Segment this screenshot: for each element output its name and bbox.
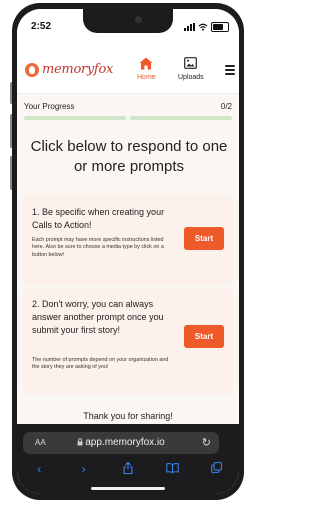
prompt-title: 2. Don't worry, you can always answer an…	[32, 299, 164, 335]
share-icon[interactable]	[119, 461, 137, 477]
prompt-card: 2. Don't worry, you can always answer an…	[23, 289, 233, 395]
prompt-title: 1. Be specific when creating your Calls …	[32, 207, 165, 230]
home-indicator[interactable]	[91, 487, 165, 490]
signal-icon	[184, 23, 195, 31]
thanks-message: Thank you for sharing!	[83, 411, 173, 421]
progress-bar	[24, 116, 232, 120]
notch	[83, 9, 173, 33]
nav-uploads[interactable]: Uploads	[178, 55, 204, 81]
browser-toolbar: ‹ ›	[17, 460, 239, 478]
url-display[interactable]: app.memoryfox.io	[23, 437, 219, 448]
phone-screen: 2:52 memoryfox Home Uploads Your Progres…	[17, 9, 239, 494]
battery-icon	[211, 22, 229, 32]
home-icon	[139, 55, 153, 71]
logo-text: memoryfox	[42, 62, 114, 77]
start-button[interactable]: Start	[184, 325, 224, 348]
url-text: app.memoryfox.io	[85, 437, 165, 448]
forward-icon[interactable]: ›	[75, 462, 93, 476]
prompt-description: Each prompt may have more specific instr…	[32, 237, 164, 258]
page-headline: Click below to respond to one or more pr…	[30, 138, 228, 175]
nav-home-label: Home	[137, 74, 156, 81]
status-icons	[184, 22, 229, 32]
nav-uploads-label: Uploads	[178, 74, 204, 81]
prompt-card: 1. Be specific when creating your Calls …	[23, 194, 233, 285]
progress-count: 0/2	[220, 102, 232, 111]
tabs-icon[interactable]	[208, 462, 226, 476]
status-time: 2:52	[31, 21, 52, 32]
camera-icon	[135, 16, 142, 23]
reload-icon[interactable]: ↻	[202, 436, 211, 449]
browser-chrome: AA app.memoryfox.io ↻ ‹ ›	[17, 424, 239, 494]
fox-logo-icon	[25, 62, 39, 77]
app-header: memoryfox Home Uploads	[17, 47, 239, 94]
memoryfox-logo[interactable]: memoryfox	[25, 62, 113, 77]
prompt-description: The number of prompts depend on your org…	[32, 357, 169, 371]
bookmarks-icon[interactable]	[163, 462, 181, 476]
start-button[interactable]: Start	[184, 227, 224, 250]
hamburger-menu-icon[interactable]	[225, 65, 235, 77]
image-icon	[184, 55, 198, 71]
back-icon[interactable]: ‹	[30, 462, 48, 476]
progress-segment	[130, 116, 232, 120]
progress-segment	[24, 116, 126, 120]
wifi-icon	[198, 23, 208, 31]
progress-label: Your Progress	[24, 102, 75, 111]
progress-header: Your Progress 0/2	[24, 102, 232, 111]
status-bar: 2:52	[17, 9, 239, 47]
address-bar[interactable]: AA app.memoryfox.io ↻	[23, 432, 219, 454]
lock-icon	[77, 438, 83, 446]
nav-home[interactable]: Home	[137, 55, 156, 81]
